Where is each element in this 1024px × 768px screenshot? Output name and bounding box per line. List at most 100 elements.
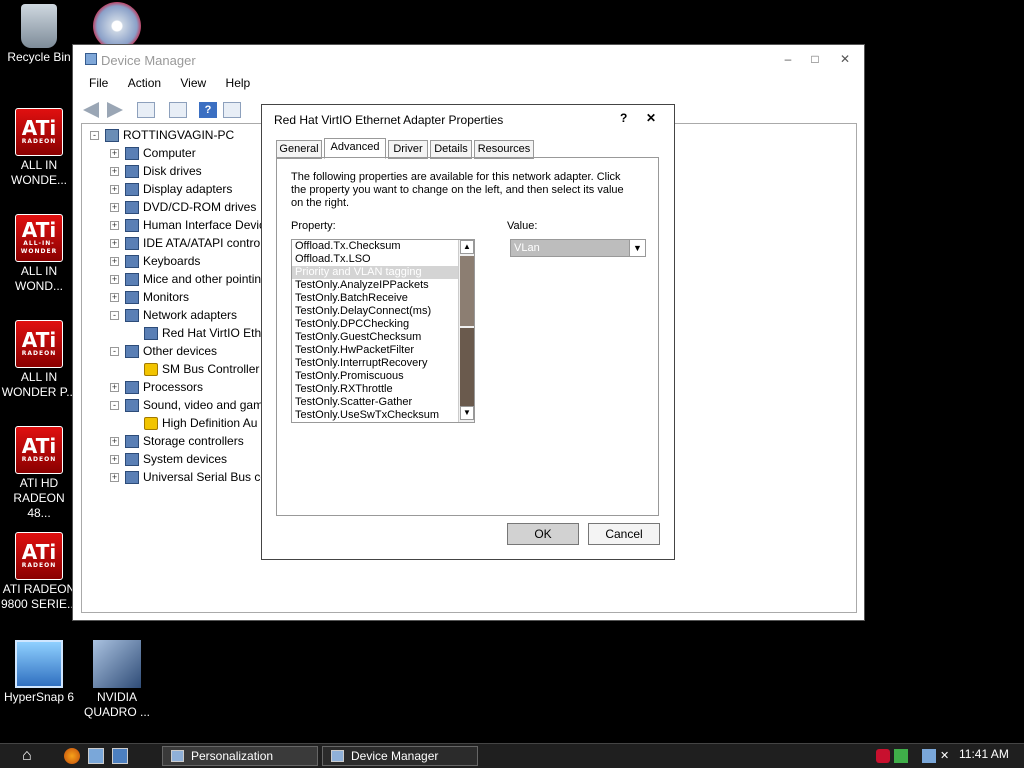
tree-row[interactable]: - Sound, video and gam	[110, 396, 263, 414]
tree-row[interactable]: - Network adapters	[110, 306, 237, 324]
firefox-icon[interactable]	[64, 748, 80, 764]
forward-button[interactable]	[107, 102, 125, 118]
close-button[interactable]: ✕	[835, 51, 855, 67]
window-titlebar[interactable]: Device Manager – □ ✕	[73, 45, 864, 73]
tree-row[interactable]: - Other devices	[110, 342, 217, 360]
expand-icon[interactable]: +	[110, 437, 119, 447]
tree-row[interactable]: + IDE ATA/ATAPI contro	[110, 234, 260, 252]
tree-row[interactable]: High Definition Au	[144, 414, 257, 432]
property-item[interactable]: TestOnly.RXThrottle	[292, 383, 474, 396]
maximize-button[interactable]: □	[805, 51, 825, 67]
desktop-icon-label: RADEON 48...	[13, 491, 65, 520]
tree-row[interactable]: Red Hat VirtIO Ethe	[144, 324, 268, 342]
value-dropdown[interactable]: VLan ▼	[510, 239, 646, 257]
property-item[interactable]: TestOnly.UseSwTxChecksum	[292, 409, 474, 422]
collapse-icon[interactable]: -	[90, 131, 99, 141]
ok-button[interactable]: OK	[507, 523, 579, 545]
tree-row[interactable]: + System devices	[110, 450, 227, 468]
property-item[interactable]: Offload.Tx.Checksum	[292, 240, 474, 253]
desktop-icon-recycle-bin[interactable]: Recycle Bin	[0, 4, 78, 65]
personalization-icon	[171, 750, 184, 762]
tree-row[interactable]: + Mice and other pointin	[110, 270, 261, 288]
menu-help[interactable]: Help	[218, 73, 259, 90]
show-desktop-icon[interactable]	[88, 748, 104, 764]
tree-row-root[interactable]: - ROTTINGVAGIN-PC	[90, 126, 234, 144]
expand-icon[interactable]: +	[110, 275, 119, 285]
network-icon[interactable]	[922, 749, 936, 763]
expand-icon[interactable]: +	[110, 383, 119, 393]
tree-row[interactable]: SM Bus Controller	[144, 360, 259, 378]
desktop-icon-hypersnap[interactable]: HyperSnap 6	[0, 640, 78, 705]
tree-row[interactable]: + DVD/CD-ROM drives	[110, 198, 256, 216]
tree-row[interactable]: + Human Interface Devic	[110, 216, 265, 234]
property-item[interactable]: TestOnly.DPCChecking	[292, 318, 474, 331]
expand-icon[interactable]: +	[110, 149, 119, 159]
collapse-icon[interactable]: -	[110, 401, 119, 411]
property-item[interactable]: TestOnly.InterruptRecovery	[292, 357, 474, 370]
expand-icon[interactable]: +	[110, 455, 119, 465]
tree-row[interactable]: + Computer	[110, 144, 196, 162]
expand-icon[interactable]: +	[110, 239, 119, 249]
expand-icon[interactable]: +	[110, 185, 119, 195]
property-listbox[interactable]: Offload.Tx.Checksum Offload.Tx.LSO Prior…	[291, 239, 475, 423]
scroll-track[interactable]	[460, 256, 474, 326]
expand-icon[interactable]: +	[110, 203, 119, 213]
tree-row[interactable]: + Universal Serial Bus co	[110, 468, 267, 486]
menu-view[interactable]: View	[172, 73, 214, 90]
cancel-button[interactable]: Cancel	[588, 523, 660, 545]
tab-advanced[interactable]: Advanced	[324, 138, 386, 159]
close-button[interactable]: ✕	[646, 111, 656, 125]
property-item[interactable]: TestOnly.GuestChecksum	[292, 331, 474, 344]
property-scrollbar[interactable]: ▲ ▼	[458, 240, 474, 422]
scroll-up-icon[interactable]: ▲	[460, 240, 474, 254]
help-button[interactable]: ?	[620, 111, 627, 125]
properties-button[interactable]	[169, 102, 187, 118]
tree-row[interactable]: + Monitors	[110, 288, 189, 306]
property-item[interactable]: TestOnly.AnalyzeIPPackets	[292, 279, 474, 292]
action-center-icon[interactable]	[894, 749, 908, 763]
property-item[interactable]: TestOnly.Promiscuous	[292, 370, 474, 383]
tree-row[interactable]: + Keyboards	[110, 252, 200, 270]
scroll-thumb[interactable]	[460, 328, 474, 412]
switch-windows-icon[interactable]	[112, 748, 128, 764]
help-icon[interactable]: ?	[199, 102, 217, 118]
expand-icon[interactable]: +	[110, 473, 119, 483]
task-device-manager[interactable]: Device Manager	[322, 746, 478, 766]
scroll-down-icon[interactable]: ▼	[460, 406, 474, 420]
device-manager-icon	[85, 53, 97, 65]
minimize-button[interactable]: –	[778, 51, 798, 67]
show-hide-tree-button[interactable]	[137, 102, 155, 118]
back-button[interactable]	[83, 102, 101, 118]
chevron-down-icon[interactable]: ▼	[629, 240, 645, 256]
clock[interactable]: 11:41 AM	[959, 747, 1009, 761]
tree-row[interactable]: + Display adapters	[110, 180, 232, 198]
property-item[interactable]: TestOnly.BatchReceive	[292, 292, 474, 305]
expand-icon[interactable]: +	[110, 167, 119, 177]
desktop-icon-ati-5[interactable]: ATi RADEON ATI RADEON 9800 SERIE...	[0, 532, 78, 612]
menu-action[interactable]: Action	[120, 73, 169, 90]
desktop-icon-ati-4[interactable]: ATi RADEON ATI HD RADEON 48...	[0, 426, 78, 521]
property-item[interactable]: TestOnly.DelayConnect(ms)	[292, 305, 474, 318]
scan-hardware-button[interactable]	[223, 102, 241, 118]
property-item-selected[interactable]: Priority and VLAN tagging	[292, 266, 474, 279]
security-shield-icon[interactable]	[876, 749, 890, 763]
desktop-icon-ati-2[interactable]: ATi ALL-IN-WONDER ALL IN WOND...	[0, 214, 78, 294]
tree-row[interactable]: + Processors	[110, 378, 203, 396]
expand-icon[interactable]: +	[110, 257, 119, 267]
desktop-icon-ati-1[interactable]: ATi RADEON ALL IN WONDE...	[0, 108, 78, 188]
property-item[interactable]: TestOnly.HwPacketFilter	[292, 344, 474, 357]
menu-file[interactable]: File	[81, 73, 116, 90]
collapse-icon[interactable]: -	[110, 347, 119, 357]
tree-row[interactable]: + Storage controllers	[110, 432, 244, 450]
desktop-icon-ati-3[interactable]: ATi RADEON ALL IN WONDER P...	[0, 320, 78, 400]
desktop-icon-nvidia[interactable]: NVIDIA QUADRO ...	[78, 640, 156, 720]
property-item[interactable]: TestOnly.Scatter-Gather	[292, 396, 474, 409]
expand-icon[interactable]: +	[110, 221, 119, 231]
property-item[interactable]: Offload.Tx.LSO	[292, 253, 474, 266]
expand-icon[interactable]: +	[110, 293, 119, 303]
task-personalization[interactable]: Personalization	[162, 746, 318, 766]
home-icon[interactable]: ⌂	[22, 748, 38, 764]
collapse-icon[interactable]: -	[110, 311, 119, 321]
tree-row[interactable]: + Disk drives	[110, 162, 202, 180]
volume-muted-icon[interactable]: ✕	[940, 749, 954, 763]
